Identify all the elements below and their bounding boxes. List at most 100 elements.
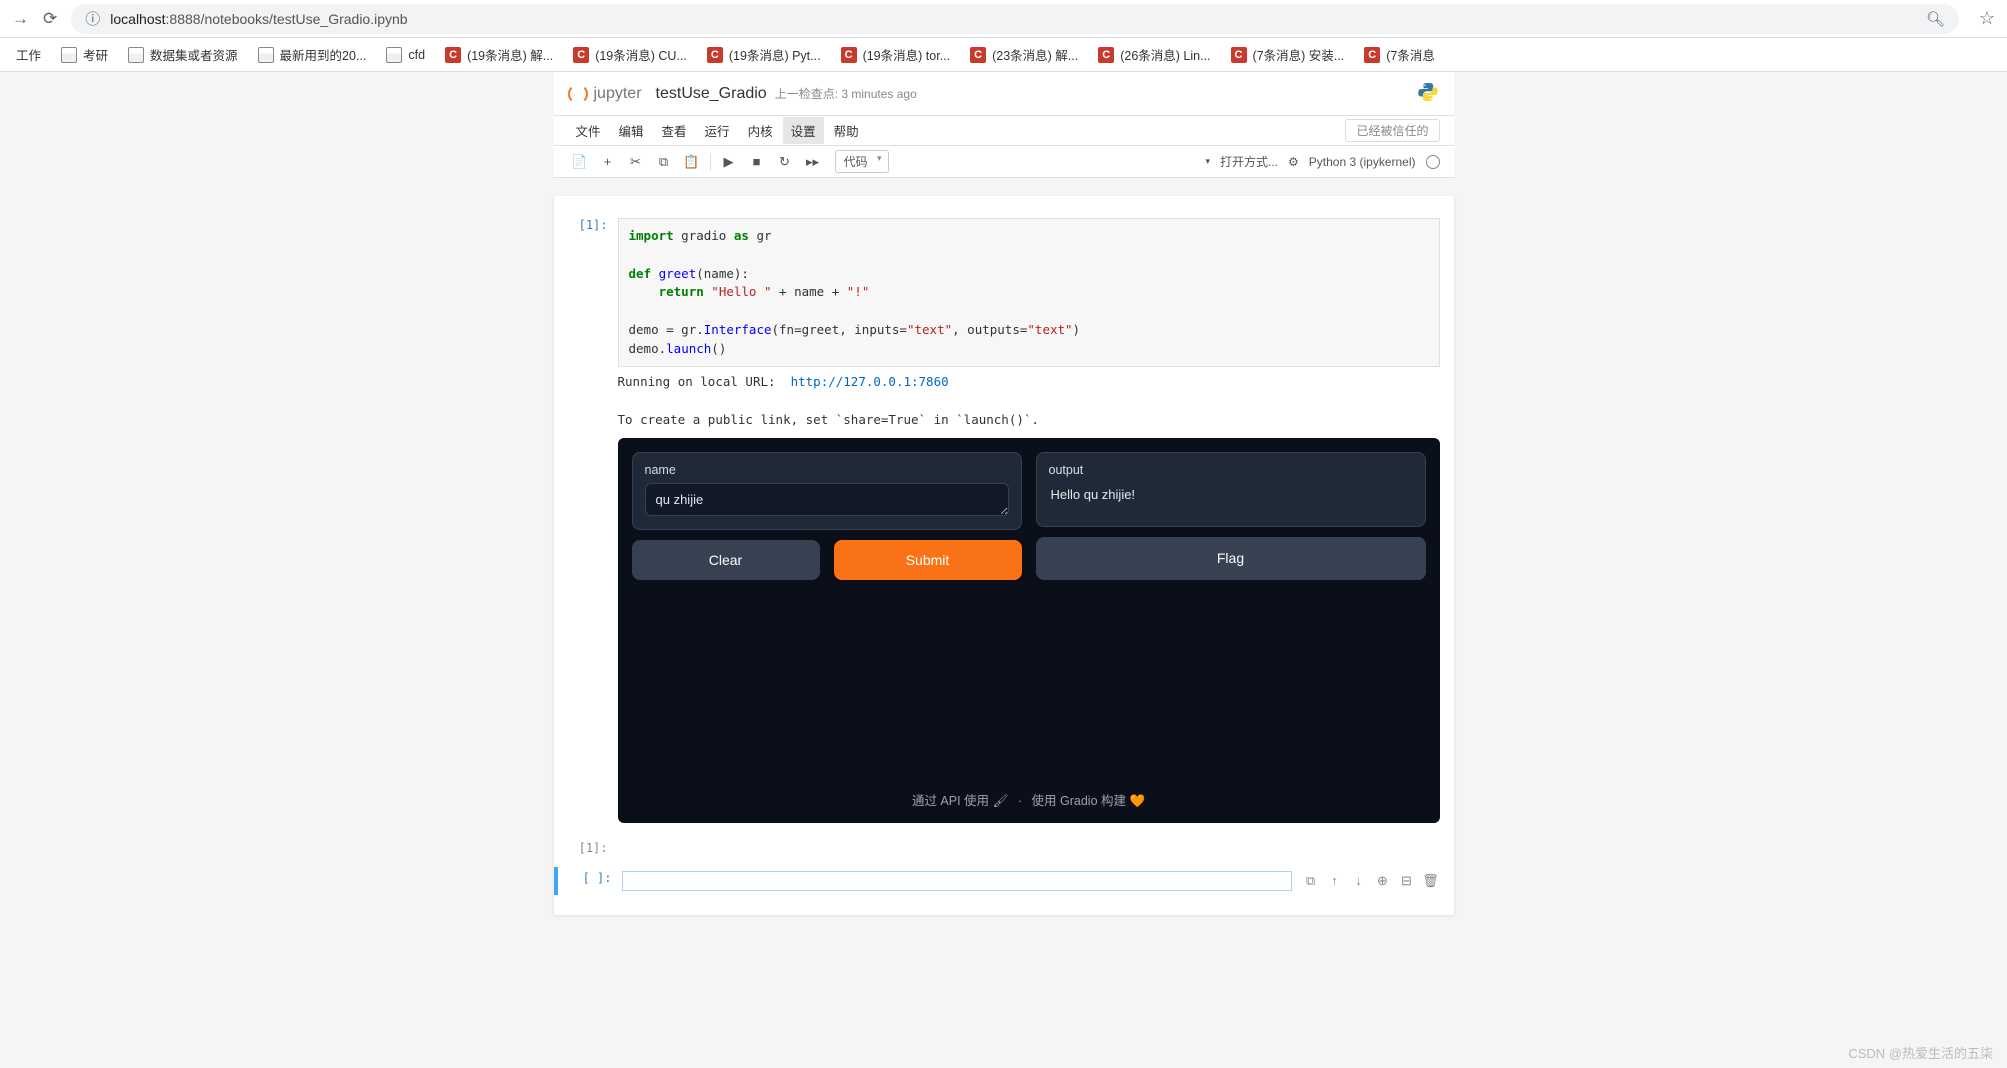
cell-type-select[interactable]: 代码 [835,150,889,173]
bookmark-item[interactable]: 考研 [53,41,116,68]
insert-above-icon[interactable]: ⊕ [1374,873,1392,889]
open-mode[interactable]: 打开方式... [1220,153,1278,170]
gradio-input-box: name [632,452,1022,530]
kernel-status-icon [1426,155,1440,169]
input-label: name [645,463,1009,477]
output-label: output [1049,463,1413,477]
gradio-footer: 通过 API 使用 🖌 · 使用 Gradio 构建 🧡 [632,770,1426,809]
built-with-link[interactable]: 使用 Gradio 构建 🧡 [1032,794,1146,808]
bookmark-label: 考研 [83,45,108,64]
bookmark-label: cfd [408,48,425,62]
name-input[interactable] [645,483,1009,516]
bookmarks-bar: 工作考研数据集或者资源最新用到的20...cfdC(19条消息) 解...C(1… [0,38,2007,72]
folder-icon [386,47,402,63]
bookmark-item[interactable]: C (26条消息) Lin... [1090,41,1218,68]
bookmark-label: (7条消息) 安装... [1253,45,1345,64]
bookmark-label: 最新用到的20... [280,45,367,64]
notebook-body: [1]: import gradio as gr def greet(name)… [554,196,1454,915]
move-up-icon[interactable]: ↑ [1326,873,1344,889]
python-logo [1416,80,1440,107]
insert-cell-icon[interactable]: + [596,150,620,174]
insert-below-icon[interactable]: ⊟ [1398,873,1416,889]
jupyter-menubar: 文件编辑查看运行内核设置帮助 已经被信任的 [554,116,1454,146]
bookmark-item[interactable]: C (19条消息) 解... [437,41,561,68]
move-down-icon[interactable]: ↓ [1350,873,1368,889]
csdn-icon: C [1098,47,1114,63]
bookmark-item[interactable]: cfd [378,43,433,67]
site-info-icon[interactable]: ⓘ [85,8,100,29]
code-input[interactable]: import gradio as gr def greet(name): ret… [618,218,1440,367]
bookmark-item[interactable]: C(19条消息) CU... [565,41,695,68]
menu-item[interactable]: 编辑 [611,117,652,144]
csdn-icon: C [970,47,986,63]
checkpoint-text: 上一检查点: 3 minutes ago [775,85,917,102]
csdn-icon: C [445,47,461,63]
bookmark-item[interactable]: 工作 [8,41,49,68]
bookmark-item[interactable]: 最新用到的20... [250,41,375,68]
folder-icon [258,47,274,63]
menu-item[interactable]: 设置 [783,117,824,144]
copy-icon[interactable]: ⧉ [652,150,676,174]
paste-icon[interactable]: 📋 [680,150,704,174]
menu-item[interactable]: 内核 [740,117,781,144]
csdn-icon: C [707,47,723,63]
bookmark-item[interactable]: C (7条消息) 安装... [1223,41,1353,68]
menu-item[interactable]: 帮助 [826,117,867,144]
settings-icon[interactable]: ⚙ [1288,155,1299,169]
jupyter-logo: jupyter [568,84,642,104]
duplicate-icon[interactable]: ⧉ [1302,873,1320,889]
jupyter-logo-icon [568,84,588,104]
gradio-output-frame: name Clear Submit output Hello qu [618,438,1440,823]
bookmark-label: (19条消息) 解... [467,45,553,64]
bookmark-label: (19条消息) CU... [595,45,687,64]
csdn-icon: C [1231,47,1247,63]
bookmark-item[interactable]: C (23条消息) 解... [962,41,1086,68]
bookmark-item[interactable]: C (19条消息) Pyt... [699,41,829,68]
api-link[interactable]: 通过 API 使用 🖌 [912,794,1008,808]
menu-item[interactable]: 查看 [654,117,695,144]
run-icon[interactable]: ▶ [717,150,741,174]
code-cell[interactable]: [1]: import gradio as gr def greet(name)… [554,214,1454,827]
folder-icon [61,47,77,63]
csdn-icon: C [841,47,857,63]
stop-icon[interactable]: ■ [745,150,769,174]
jupyter-header: jupyter testUse_Gradio 上一检查点: 3 minutes … [554,72,1454,116]
search-in-url-icon[interactable]: 🔍︎ [1926,10,1945,28]
bookmark-label: 工作 [16,45,41,64]
address-bar[interactable]: ⓘ localhost:8888/notebooks/testUse_Gradi… [71,4,1959,34]
bookmark-item[interactable]: 数据集或者资源 [120,41,246,68]
bookmark-item[interactable]: C (19条消息) tor... [833,41,959,68]
gradio-output-box: output Hello qu zhijie! [1036,452,1426,527]
notebook-title[interactable]: testUse_Gradio [656,85,767,103]
menu-item[interactable]: 文件 [568,117,609,144]
menu-item[interactable]: 运行 [697,117,738,144]
code-input[interactable] [622,871,1292,891]
cut-icon[interactable]: ✂ [624,150,648,174]
input-prompt: [ ]: [566,871,622,891]
forward-icon[interactable]: → [12,9,29,29]
trusted-indicator[interactable]: 已经被信任的 [1345,119,1439,142]
local-url-link[interactable]: http://127.0.0.1:7860 [791,374,949,389]
bookmark-label: (19条消息) tor... [863,45,951,64]
cell-output-text: Running on local URL: http://127.0.0.1:7… [618,367,1440,435]
clear-button[interactable]: Clear [632,540,820,580]
watermark: CSDN @热爱生活的五柒 [1848,1043,1993,1062]
empty-code-cell[interactable]: [ ]: ⧉ ↑ ↓ ⊕ ⊟ 🗑 [554,867,1454,895]
restart-icon[interactable]: ↻ [773,150,797,174]
submit-button[interactable]: Submit [834,540,1022,580]
run-all-icon[interactable]: ▸▸ [801,150,825,174]
bookmark-label: (7条消息 [1386,45,1435,64]
reload-icon[interactable]: ⟳ [43,9,57,29]
bookmark-label: (19条消息) Pyt... [729,45,821,64]
url-text: localhost:8888/notebooks/testUse_Gradio.… [110,11,1916,27]
bookmark-item[interactable]: C(7条消息 [1356,41,1443,68]
save-icon[interactable]: 📄 [568,150,592,174]
bookmark-label: (23条消息) 解... [992,45,1078,64]
delete-icon[interactable]: 🗑 [1422,873,1440,889]
kernel-name[interactable]: Python 3 (ipykernel) [1309,155,1416,169]
bookmark-star-icon[interactable]: ☆ [1979,8,1995,29]
jupyter-toolbar: 📄 + ✂ ⧉ 📋 ▶ ■ ↻ ▸▸ 代码 ▾ 打开方式... ⚙ Python… [554,146,1454,178]
bookmark-label: (26条消息) Lin... [1120,45,1210,64]
browser-toolbar: → ⟳ ⓘ localhost:8888/notebooks/testUse_G… [0,0,2007,38]
flag-button[interactable]: Flag [1036,537,1426,580]
